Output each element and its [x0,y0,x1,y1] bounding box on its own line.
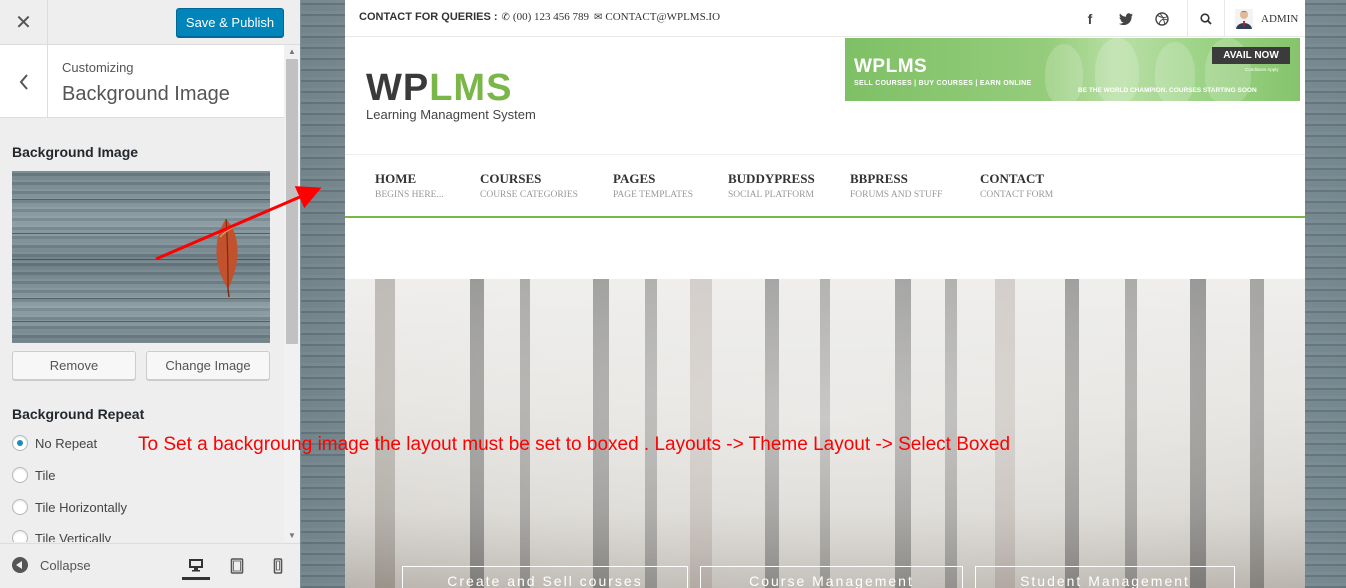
main-navigation: HOME BEGINS HERE... COURSES COURSE CATEG… [345,154,1305,218]
radio-label: Tile Vertically [35,531,112,542]
sidebar-header: ✕ Save & Publish [0,0,300,45]
radio-label: Tile Horizontally [35,499,127,515]
radio-tile-horizontally[interactable]: Tile Horizontally [12,497,127,517]
banner-footer-text: BE THE WORLD CHAMPION. COURSES STARTING … [1078,87,1257,94]
nav-item-courses[interactable]: COURSES COURSE CATEGORIES [480,171,578,200]
nav-label: BBPRESS [850,171,908,186]
hero-box-student-management[interactable]: Student Management [975,566,1235,588]
radio-no-repeat[interactable]: No Repeat [12,433,97,453]
banner-conditions: Conditions Apply [1245,67,1279,72]
contact-email[interactable]: CONTACT@WPLMS.IO [605,11,720,23]
customizer-sidebar: ✕ Save & Publish Customizing Background … [0,0,300,588]
nav-item-buddypress[interactable]: BUDDYPRESS SOCIAL PLATFORM [728,171,815,200]
logo-part-lms: LMS [429,67,513,109]
radio-button[interactable] [12,530,28,542]
avail-now-button[interactable]: AVAIL NOW [1212,47,1290,64]
background-image-control-title: Background Image [12,144,139,160]
avatar [1235,8,1253,29]
sidebar-scrollbar[interactable]: ▲ ▼ [284,45,300,542]
logo-part-wp: WP [366,67,430,109]
nav-label: COURSES [480,171,542,186]
facebook-icon[interactable]: f [1072,0,1108,37]
phone-icon: ✆ [501,11,510,23]
radio-button[interactable] [12,499,28,515]
nav-label: HOME [375,171,417,186]
background-repeat-control-title: Background Repeat [12,406,145,422]
boxed-site-container: CONTACT FOR QUERIES : ✆ (00) 123 456 789… [345,0,1305,588]
nav-sublabel: BEGINS HERE... [375,190,444,200]
change-image-button[interactable]: Change Image [146,351,270,380]
desktop-icon [189,558,203,571]
nav-sublabel: COURSE CATEGORIES [480,190,578,200]
nav-item-home[interactable]: HOME BEGINS HERE... [375,171,444,200]
tablet-icon [230,558,244,574]
banner-subtitle: SELL COURSES | BUY COURSES | EARN ONLINE [854,80,1032,87]
contact-label: CONTACT FOR QUERIES : [359,11,498,23]
envelope-icon: ✉ [593,11,603,23]
admin-label: ADMIN [1261,12,1299,25]
contact-info: CONTACT FOR QUERIES : ✆ (00) 123 456 789… [359,11,720,23]
background-image-thumbnail [12,171,270,343]
chevron-left-icon [19,73,28,90]
back-button[interactable] [0,45,48,118]
annotation-text: To Set a backgroung image the layout mus… [138,434,1011,455]
customizing-label: Customizing [62,60,134,75]
scroll-down-arrow-icon[interactable]: ▼ [288,531,296,540]
banner-title: WPLMS [854,56,928,77]
site-logo[interactable]: WPLMS [366,68,512,108]
hero-box-course-management[interactable]: Course Management [700,566,963,588]
nav-label: CONTACT [980,171,1045,186]
promo-banner[interactable]: WPLMS SELL COURSES | BUY COURSES | EARN … [845,38,1300,101]
radio-tile[interactable]: Tile [12,465,55,485]
desktop-preview-button[interactable] [182,552,210,580]
close-icon: ✕ [15,12,32,34]
hero-box-sell-courses[interactable]: Create and Sell courses [402,566,688,588]
radio-button-checked[interactable] [12,435,28,451]
contact-phone[interactable]: (00) 123 456 789 [513,11,589,23]
remove-image-button[interactable]: Remove [12,351,136,380]
mobile-preview-button[interactable] [264,552,292,580]
sidebar-footer: Collapse [0,543,300,588]
radio-label: Tile [35,467,56,483]
nav-sublabel: PAGE TEMPLATES [613,190,693,200]
scroll-thumb[interactable] [286,59,298,344]
site-preview-frame: CONTACT FOR QUERIES : ✆ (00) 123 456 789… [301,0,1346,588]
collapse-label: Collapse [40,557,91,573]
scroll-up-arrow-icon[interactable]: ▲ [288,47,296,56]
wood-plank-line [12,321,270,322]
collapse-button[interactable]: Collapse [12,557,91,573]
nav-item-contact[interactable]: CONTACT CONTACT FORM [980,171,1053,200]
nav-item-pages[interactable]: PAGES PAGE TEMPLATES [613,171,693,200]
nav-sublabel: SOCIAL PLATFORM [728,190,814,200]
search-icon[interactable] [1187,0,1223,37]
nav-sublabel: FORUMS AND STUFF [850,190,943,200]
close-customizer-button[interactable]: ✕ [0,0,48,45]
nav-sublabel: CONTACT FORM [980,190,1054,200]
twitter-icon[interactable] [1108,0,1144,37]
radio-button[interactable] [12,467,28,483]
site-tagline: Learning Managment System [366,107,536,122]
section-header: Customizing Background Image [0,45,284,118]
nav-item-bbpress[interactable]: BBPRESS FORUMS AND STUFF [850,171,942,200]
radio-tile-vertically[interactable]: Tile Vertically [12,529,111,542]
collapse-arrow-icon [12,557,28,573]
user-menu[interactable]: ADMIN [1224,0,1298,37]
mobile-icon [273,558,283,574]
save-publish-button[interactable]: Save & Publish [176,8,284,37]
section-title: Background Image [62,83,230,105]
leaf-icon [216,218,238,298]
radio-label: No Repeat [35,435,98,451]
nav-label: BUDDYPRESS [728,171,815,186]
wood-plank-line [12,199,270,200]
site-topbar: CONTACT FOR QUERIES : ✆ (00) 123 456 789… [345,0,1305,37]
dribbble-icon[interactable] [1144,0,1180,37]
nav-label: PAGES [613,171,656,186]
tablet-preview-button[interactable] [223,552,251,580]
